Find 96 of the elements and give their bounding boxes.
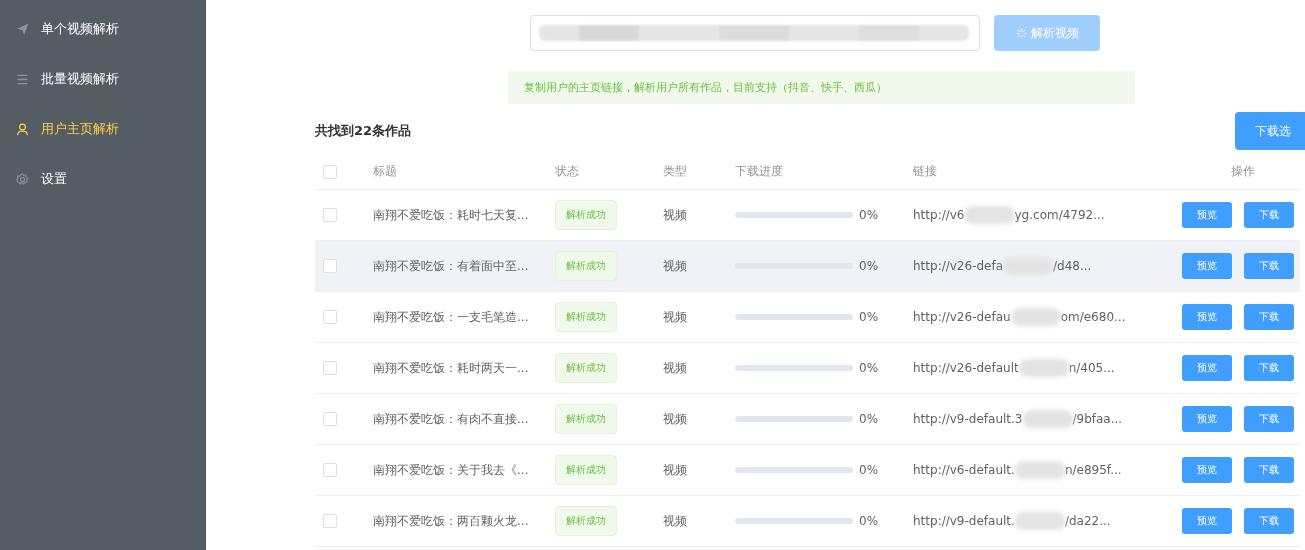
user-icon — [16, 122, 29, 136]
progress-percent: 0% — [859, 412, 879, 426]
row-checkbox[interactable] — [323, 514, 337, 528]
select-all-checkbox[interactable] — [323, 164, 337, 179]
link-end: n/e895f... — [1064, 463, 1122, 477]
preview-button[interactable]: 预览 — [1181, 202, 1232, 228]
row-checkbox[interactable] — [323, 208, 337, 222]
link-start: http://v26-defau — [913, 310, 1011, 324]
progress-percent: 0% — [859, 208, 879, 222]
table-row[interactable]: 南翔不爱吃饭：两百颗火龙... 解析成功 视频 0% http://v9-default. /da22... 预览 下载 — [315, 496, 1300, 547]
column-header: 状态 — [555, 163, 580, 180]
preview-button[interactable]: 预览 — [1181, 457, 1232, 483]
redacted-text-icon — [539, 23, 969, 43]
table-row[interactable]: 南翔不爱吃饭：有肉不直接... 解析成功 视频 0% http://v9-default.3 /9bfaa... 预览 下载 — [315, 394, 1300, 445]
url-field[interactable] — [530, 15, 980, 51]
redaction-blur — [1014, 461, 1065, 479]
link-start: http://v9-default.3 — [913, 412, 1023, 426]
link-end: /d48... — [1053, 259, 1092, 273]
progress-percent: 0% — [859, 259, 879, 273]
link-end: /9bfaa... — [1072, 412, 1123, 426]
info-alert: 复制用户的主页链接，解析用户所有作品，目前支持（抖音、快手、西瓜） — [508, 71, 1135, 104]
title-cell: 南翔不爱吃饭：耗时七天复... — [373, 207, 529, 222]
nav-item[interactable]: 单个视频解析 — [0, 4, 206, 54]
download-button[interactable]: 下载 — [1243, 253, 1294, 279]
link-start: http://v6 — [913, 208, 965, 222]
progress-percent: 0% — [859, 514, 879, 528]
row-checkbox[interactable] — [323, 412, 337, 426]
download-button[interactable]: 下载 — [1243, 304, 1294, 330]
status-tag: 解析成功 — [555, 200, 617, 230]
download-button[interactable]: 下载 — [1243, 202, 1294, 228]
table-row[interactable]: 南翔不爱吃饭：耗时两天一... 解析成功 视频 0% http://v26-default n/405... 预览 下载 — [315, 343, 1300, 394]
status-tag: 解析成功 — [555, 506, 617, 536]
table-row[interactable]: 南翔不爱吃饭：一支毛笔造... 解析成功 视频 0% http://v26-defau om/e680... 预览 下载 — [315, 292, 1300, 343]
download-button[interactable]: 下载 — [1243, 355, 1294, 381]
status-tag: 解析成功 — [555, 302, 617, 332]
preview-button[interactable]: 预览 — [1181, 253, 1232, 279]
redaction-blur — [1022, 410, 1073, 428]
column-header: 操作 — [1229, 163, 1256, 180]
nav-item[interactable]: 用户主页解析 — [0, 104, 206, 154]
download-selected-button[interactable]: 下载选 — [1235, 112, 1305, 150]
row-checkbox[interactable] — [323, 310, 337, 324]
row-checkbox[interactable] — [323, 259, 337, 273]
link-end: n/405... — [1068, 361, 1115, 375]
title-cell: 南翔不爱吃饭：有着面中至... — [373, 258, 529, 273]
preview-button[interactable]: 预览 — [1181, 355, 1232, 381]
link-end: om/e680... — [1060, 310, 1126, 324]
column-header: 链接 — [913, 163, 938, 180]
title-cell: 南翔不爱吃饭：有肉不直接... — [373, 411, 529, 426]
nav-item[interactable]: 批量视频解析 — [0, 54, 206, 104]
preview-button[interactable]: 预览 — [1181, 304, 1232, 330]
progress-percent: 0% — [859, 463, 879, 477]
type-cell: 视频 — [663, 462, 687, 477]
row-checkbox[interactable] — [323, 463, 337, 477]
type-cell: 视频 — [663, 513, 687, 528]
status-tag: 解析成功 — [555, 251, 617, 281]
column-header: 下载进度 — [735, 163, 784, 180]
column-header: 标题 — [373, 163, 398, 180]
type-cell: 视频 — [663, 360, 687, 375]
download-button[interactable]: 下载 — [1243, 406, 1294, 432]
status-tag: 解析成功 — [555, 455, 617, 485]
title-cell: 南翔不爱吃饭：两百颗火龙... — [373, 513, 529, 528]
title-cell: 南翔不爱吃饭：关于我去《... — [373, 462, 529, 477]
redaction-blur — [964, 206, 1015, 224]
nav-item[interactable]: 设置 — [0, 154, 206, 204]
link-end: /da22... — [1064, 514, 1111, 528]
status-tag: 解析成功 — [555, 404, 617, 434]
paper-plane-icon — [16, 22, 29, 36]
list-icon — [16, 72, 29, 86]
download-button[interactable]: 下载 — [1243, 457, 1294, 483]
settings-icon — [16, 172, 29, 186]
row-checkbox[interactable] — [323, 361, 337, 375]
progress-percent: 0% — [859, 310, 879, 324]
result-count: 共找到22条作品 — [315, 122, 412, 140]
title-cell: 南翔不爱吃饭：一支毛笔造... — [373, 309, 529, 324]
table-row[interactable]: 南翔不爱吃饭：关于我去《... 解析成功 视频 0% http://v6-default. n/e895f... 预览 下载 — [315, 445, 1300, 496]
download-button[interactable]: 下载 — [1243, 508, 1294, 534]
redaction-blur — [1010, 308, 1061, 326]
redaction-blur — [1018, 359, 1069, 377]
link-end: yg.com/4792... — [1014, 208, 1105, 222]
type-cell: 视频 — [663, 411, 687, 426]
table-row[interactable]: 南翔不爱吃饭：有着面中至... 解析成功 视频 0% http://v26-defa /d48... 预览 下载 — [315, 241, 1300, 292]
title-cell: 南翔不爱吃饭：耗时两天一... — [373, 360, 529, 375]
link-start: http://v9-default. — [913, 514, 1015, 528]
link-start: http://v26-defa — [913, 259, 1004, 273]
link-start: http://v6-default. — [913, 463, 1015, 477]
link-start: http://v26-default — [913, 361, 1019, 375]
progress-percent: 0% — [859, 361, 879, 375]
preview-button[interactable]: 预览 — [1181, 508, 1232, 534]
redaction-blur — [1014, 512, 1065, 530]
status-tag: 解析成功 — [555, 353, 617, 383]
loading-icon — [1015, 27, 1027, 39]
column-header: 类型 — [663, 163, 688, 180]
type-cell: 视频 — [663, 309, 687, 324]
type-cell: 视频 — [663, 258, 687, 273]
preview-button[interactable]: 预览 — [1181, 406, 1232, 432]
type-cell: 视频 — [663, 207, 687, 222]
